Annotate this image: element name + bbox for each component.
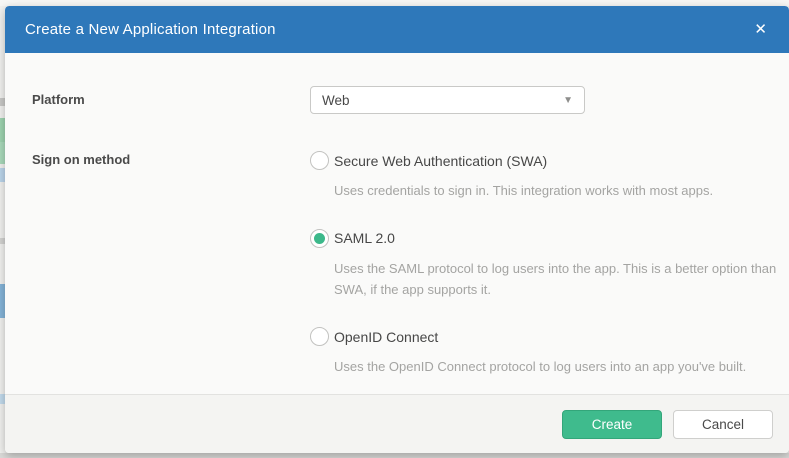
option-swa-selector[interactable]: Secure Web Authentication (SWA) (310, 151, 789, 170)
background-page-bottom (0, 453, 789, 458)
option-saml-selector[interactable]: SAML 2.0 (310, 228, 789, 248)
close-icon[interactable]: ✕ (752, 18, 769, 41)
option-openid-label: OpenID Connect (334, 328, 439, 345)
sign-on-method-row: Sign on method Secure Web Authentication… (5, 151, 789, 405)
chevron-down-icon: ▼ (563, 94, 573, 106)
option-swa: Secure Web Authentication (SWA) Uses cre… (310, 151, 789, 202)
option-swa-label: Secure Web Authentication (SWA) (334, 152, 548, 169)
option-swa-description: Uses credentials to sign in. This integr… (334, 183, 714, 198)
platform-label: Platform (32, 92, 85, 107)
modal-header: Create a New Application Integration ✕ (5, 6, 789, 53)
option-saml-label: SAML 2.0 (334, 230, 395, 247)
platform-dropdown[interactable]: Web ▼ (310, 86, 585, 114)
platform-dropdown-value: Web (322, 92, 350, 108)
option-openid: OpenID Connect Uses the OpenID Connect p… (310, 327, 789, 378)
radio-button-swa[interactable] (310, 151, 329, 170)
create-button[interactable]: Create (562, 409, 662, 439)
modal-title: Create a New Application Integration (25, 21, 276, 38)
sign-on-options: Secure Web Authentication (SWA) Uses cre… (310, 151, 789, 405)
modal-body: Platform Web ▼ Sign on method Secure Web… (5, 86, 789, 405)
option-openid-selector[interactable]: OpenID Connect (310, 327, 789, 347)
option-openid-description: Uses the OpenID Connect protocol to log … (334, 359, 747, 375)
radio-button-openid[interactable] (310, 327, 329, 347)
cancel-button[interactable]: Cancel (673, 409, 773, 439)
platform-label-col: Platform (5, 86, 310, 114)
modal-footer: Create Cancel (5, 394, 789, 453)
radio-button-saml[interactable] (310, 228, 329, 248)
option-saml: SAML 2.0 Uses the SAML protocol to log u… (310, 228, 789, 301)
create-app-integration-modal: Create a New Application Integration ✕ P… (5, 6, 789, 453)
sign-on-method-label-col: Sign on method (5, 151, 310, 405)
platform-row: Platform Web ▼ (5, 86, 789, 114)
option-saml-description: Uses the SAML protocol to log users into… (334, 260, 777, 297)
sign-on-method-label: Sign on method (32, 152, 131, 167)
